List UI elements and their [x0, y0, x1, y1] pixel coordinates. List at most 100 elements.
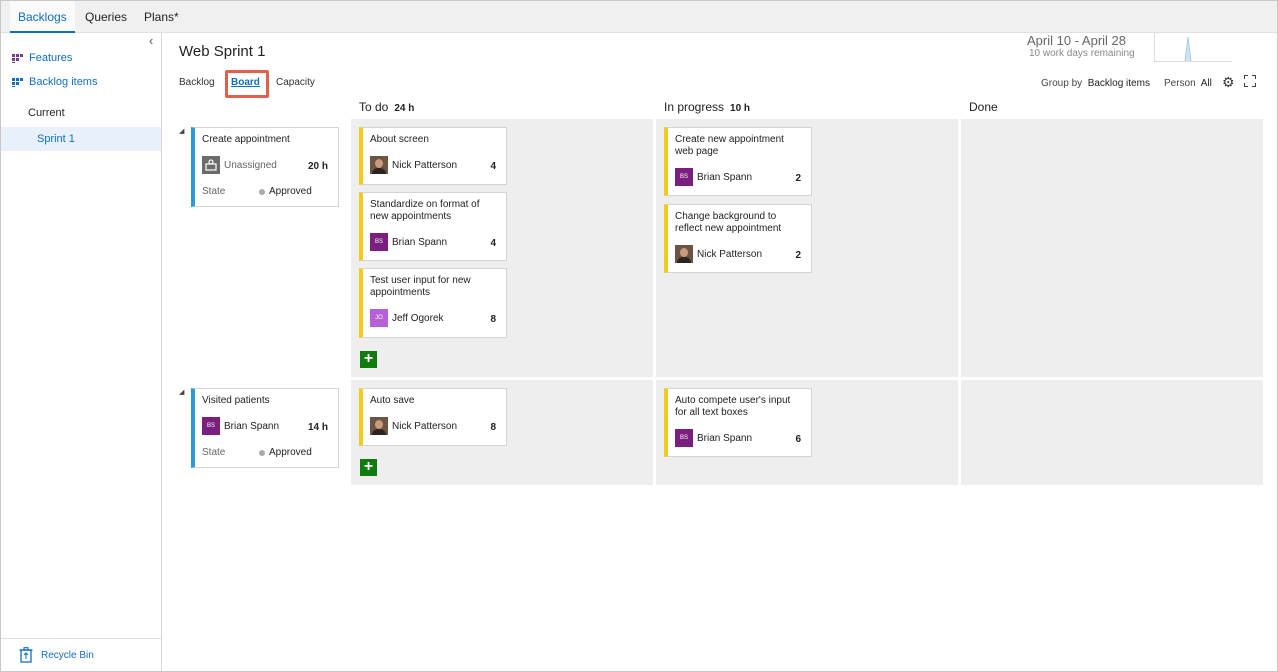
cell-row1-done: [961, 119, 1263, 377]
days-remaining: 10 work days remaining: [1029, 48, 1135, 59]
assignee-name: Nick Patterson: [697, 248, 763, 260]
remaining-work: 6: [795, 434, 801, 445]
expand-row-icon[interactable]: ◢: [179, 388, 184, 396]
person-label: Person: [1164, 78, 1196, 89]
task-card[interactable]: Auto compete user's input for all text bo…: [664, 388, 812, 457]
card-title-line1: Change background to: [675, 211, 777, 222]
assignee-name: Brian Spann: [224, 420, 280, 432]
avatar: BS: [202, 417, 220, 435]
card-title: Create new appointment web page: [675, 134, 784, 158]
assignee-name: Nick Patterson: [392, 420, 458, 432]
remaining-work: 4: [490, 161, 496, 172]
recycle-bin-icon: [19, 647, 33, 663]
parent-card[interactable]: Visited patients BS Brian Spann 14 h Sta…: [191, 388, 339, 468]
remaining-work: 2: [795, 250, 801, 261]
task-card[interactable]: Change background to reflect new appointm…: [664, 204, 812, 273]
card-title: Change background to reflect new appointm…: [675, 211, 781, 235]
state-text: Approved: [269, 186, 312, 197]
collapse-sidebar-icon[interactable]: ‹: [149, 33, 153, 48]
card-title: Test user input for new appointments: [370, 275, 471, 299]
sidebar-item-label: Features: [29, 52, 73, 64]
avatar: [370, 156, 388, 174]
tab-backlogs[interactable]: Backlogs: [10, 1, 75, 33]
card-title-line2: web page: [675, 146, 719, 157]
group-by-selector[interactable]: Group by Backlog items: [1041, 78, 1150, 89]
column-name: In progress: [664, 100, 725, 114]
state-dot-icon: [259, 188, 265, 195]
task-card[interactable]: Auto save Nick Patterson 8: [359, 388, 507, 446]
person-value: All: [1200, 78, 1212, 89]
recycle-bin-link[interactable]: Recycle Bin: [1, 638, 161, 671]
column-name: To do: [359, 100, 389, 114]
card-title: Auto save: [370, 395, 415, 406]
card-title-line2: appointments: [370, 287, 431, 298]
assignee-name: Brian Spann: [392, 236, 448, 248]
add-task-button[interactable]: +: [360, 351, 377, 368]
tab-backlog[interactable]: Backlog: [179, 77, 215, 88]
card-title-line1: Auto compete user's input: [675, 395, 791, 406]
burndown-chart[interactable]: [1154, 33, 1232, 62]
state-label: State: [202, 186, 226, 197]
card-assignee[interactable]: BS Brian Spann: [675, 168, 752, 186]
person-filter[interactable]: Person All: [1164, 78, 1212, 89]
parent-card[interactable]: Create appointment Unassigned 20 h State…: [191, 127, 339, 207]
task-card[interactable]: Create new appointment web page BS Brian …: [664, 127, 812, 196]
card-title: Auto compete user's input for all text bo…: [675, 395, 790, 419]
avatar: BS: [370, 233, 388, 251]
task-card[interactable]: Test user input for new appointments JO J…: [359, 268, 507, 338]
sidebar-item-features[interactable]: Features: [12, 52, 72, 64]
card-assignee[interactable]: Unassigned: [202, 156, 277, 174]
avatar: [675, 245, 693, 263]
state-text: Approved: [269, 447, 312, 458]
column-hours: 24 h: [394, 103, 415, 114]
task-card[interactable]: Standardize on format of new appointments…: [359, 192, 507, 261]
unassigned-avatar-icon: [202, 156, 220, 174]
page-title: Web Sprint 1: [179, 43, 266, 60]
tab-queries[interactable]: Queries: [77, 1, 135, 33]
expand-row-icon[interactable]: ◢: [179, 127, 184, 135]
column-hours: 10 h: [730, 103, 751, 114]
card-title-line1: Create new appointment: [675, 134, 784, 145]
add-task-button[interactable]: +: [360, 459, 377, 476]
card-assignee[interactable]: JO Jeff Ogorek: [370, 309, 444, 327]
assignee-name: Jeff Ogorek: [392, 312, 444, 324]
column-header-done: Done: [969, 100, 998, 114]
remaining-work: 4: [490, 238, 496, 249]
card-title-line2: reflect new appointment: [675, 223, 782, 234]
card-title-line2: new appointments: [370, 211, 452, 222]
column-header-todo: To do 24 h: [359, 100, 414, 114]
state-dot-icon: [259, 449, 265, 456]
card-title: Standardize on format of new appointments: [370, 199, 480, 223]
card-title: Visited patients: [202, 395, 270, 406]
sidebar-item-backlog-items[interactable]: Backlog items: [12, 76, 97, 88]
tab-plans[interactable]: Plans*: [136, 1, 187, 33]
card-assignee[interactable]: Nick Patterson: [370, 156, 457, 174]
state-value[interactable]: Approved: [259, 447, 312, 458]
highlight-annotation: [225, 70, 269, 98]
burndown-line: [1184, 36, 1192, 62]
group-by-label: Group by: [1041, 78, 1083, 89]
card-assignee[interactable]: BS Brian Spann: [370, 233, 447, 251]
group-by-value: Backlog items: [1087, 78, 1150, 89]
card-assignee[interactable]: Nick Patterson: [370, 417, 457, 435]
sidebar-item-sprint-1[interactable]: Sprint 1: [1, 127, 161, 151]
task-card[interactable]: About screen Nick Patterson 4: [359, 127, 507, 185]
card-assignee[interactable]: BS Brian Spann: [675, 429, 752, 447]
assignee-name: Brian Spann: [697, 171, 753, 183]
remaining-work: 2: [795, 173, 801, 184]
sprint-dates: April 10 - April 28: [1027, 33, 1126, 48]
remaining-work: 8: [490, 314, 496, 325]
recycle-bin-label: Recycle Bin: [41, 649, 94, 661]
fullscreen-icon[interactable]: [1244, 75, 1256, 87]
state-value[interactable]: Approved: [259, 186, 312, 197]
card-assignee[interactable]: BS Brian Spann: [202, 417, 279, 435]
avatar: BS: [675, 168, 693, 186]
backlog-items-icon: [12, 77, 24, 87]
avatar: BS: [675, 429, 693, 447]
tab-capacity[interactable]: Capacity: [276, 77, 315, 88]
column-header-inprogress: In progress 10 h: [664, 100, 750, 114]
card-title-line2: for all text boxes: [675, 407, 748, 418]
remaining-hours: 20 h: [307, 161, 328, 172]
gear-icon[interactable]: ⚙: [1222, 74, 1235, 91]
card-assignee[interactable]: Nick Patterson: [675, 245, 762, 263]
